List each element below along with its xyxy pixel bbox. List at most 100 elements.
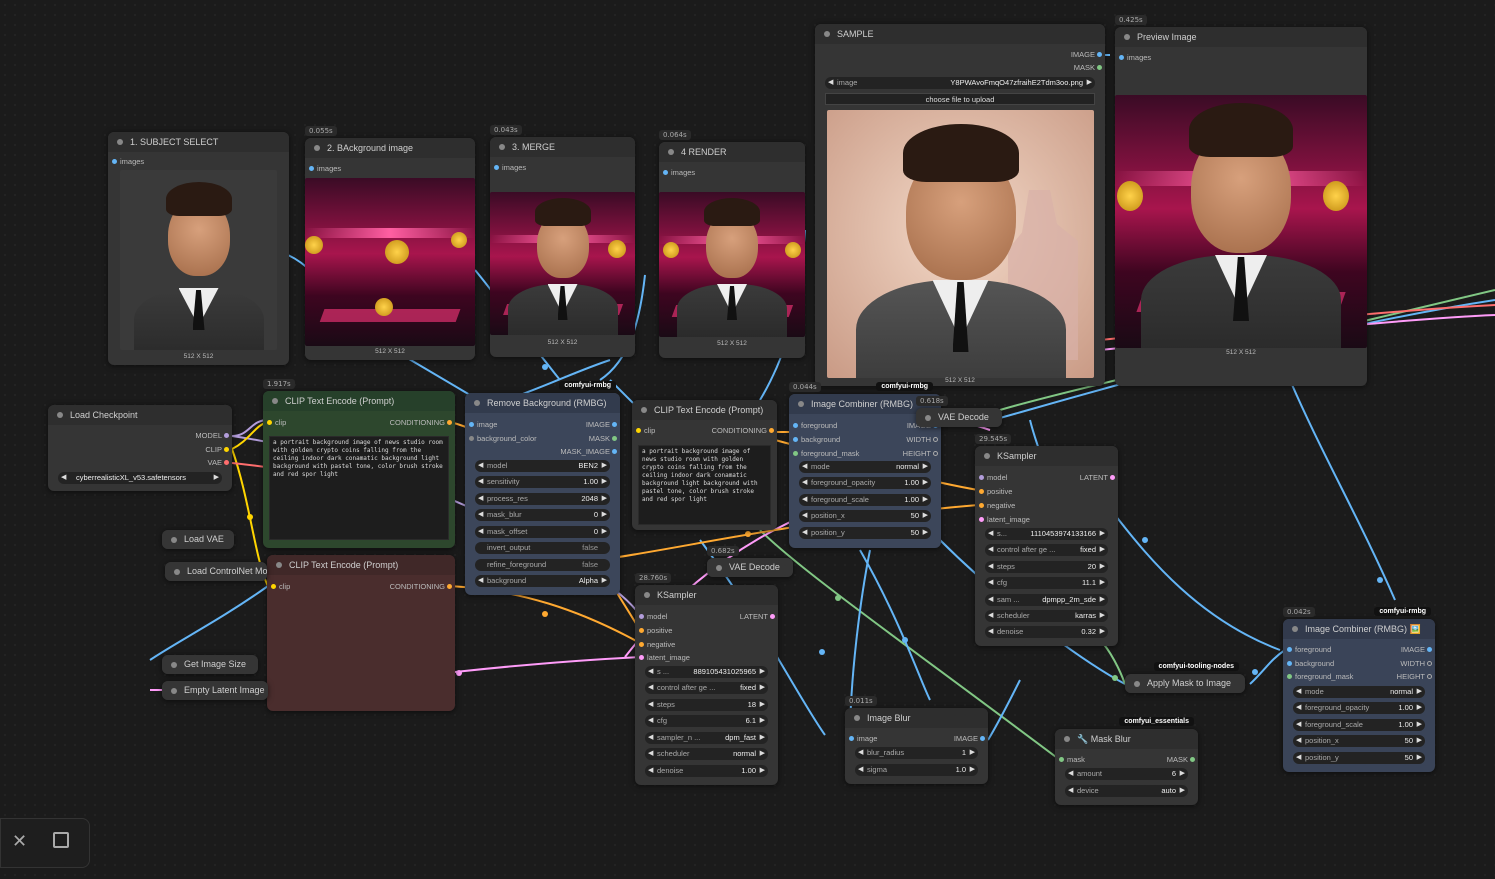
widget-device[interactable]: ◀ device auto ▶: [1065, 785, 1188, 797]
widget-sigma[interactable]: ◀ sigma 1.0 ▶: [855, 764, 978, 776]
input-image[interactable]: image: [469, 420, 497, 429]
output-height[interactable]: HEIGHT: [1397, 672, 1432, 681]
node-load-checkpoint[interactable]: Load Checkpoint MODEL CLIP VAE ◀ cyberre…: [48, 405, 232, 491]
close-icon[interactable]: ✕: [12, 831, 27, 852]
output-image[interactable]: IMAGE: [954, 734, 985, 743]
output-height[interactable]: HEIGHT: [903, 449, 938, 458]
input-negative[interactable]: negative: [639, 640, 675, 649]
node-vae-decode-1[interactable]: 0.618s VAE Decode: [916, 396, 1002, 427]
widget-background[interactable]: ◀ background Alpha ▶: [475, 575, 610, 587]
node-header[interactable]: CLIP Text Encode (Prompt): [263, 391, 455, 411]
node-load-vae[interactable]: Load VAE: [162, 530, 234, 549]
output-clip[interactable]: CLIP: [205, 445, 229, 454]
node-preview-image[interactable]: 0.425s Preview Image images 512 X 512: [1115, 15, 1367, 386]
node-header[interactable]: Load Checkpoint: [48, 405, 232, 425]
output-latent[interactable]: LATENT: [740, 612, 775, 621]
node-header[interactable]: CLIP Text Encode (Prompt): [267, 555, 455, 575]
widget-foreground-opacity[interactable]: ◀ foreground_opacity 1.00 ▶: [799, 477, 931, 489]
node-header[interactable]: 3. MERGE: [490, 137, 635, 157]
widget-control-after-generate[interactable]: ◀ control after ge ... fixed ▶: [985, 544, 1108, 556]
widget-amount[interactable]: ◀ amount 6 ▶: [1065, 768, 1188, 780]
input-background[interactable]: background: [1287, 659, 1334, 668]
node-header[interactable]: 🔧 Mask Blur: [1055, 729, 1198, 749]
node-header[interactable]: Remove Background (RMBG): [465, 393, 620, 413]
node-ksampler-1[interactable]: 29.545s KSampler model positive negative…: [975, 434, 1118, 646]
input-latent-image[interactable]: latent_image: [639, 653, 690, 662]
node-vae-decode-2[interactable]: 0.682s VAE Decode: [707, 546, 793, 577]
widget-sensitivity[interactable]: ◀ sensitivity 1.00 ▶: [475, 476, 610, 488]
output-conditioning[interactable]: CONDITIONING: [390, 582, 452, 591]
widget-foreground-opacity[interactable]: ◀ foreground_opacity 1.00 ▶: [1293, 702, 1425, 714]
widget-position-x[interactable]: ◀ position_x 50 ▶: [1293, 735, 1425, 747]
widget-mask-offset[interactable]: ◀ mask_offset 0 ▶: [475, 526, 610, 538]
node-clip-text-encode-positive[interactable]: 1.917s CLIP Text Encode (Prompt) clip CO…: [263, 379, 455, 548]
image-file-selector[interactable]: ◀ image Y8PWAvoFmqO47zfraihE2Tdm3oo.png …: [825, 77, 1095, 89]
node-header[interactable]: 4 RENDER: [659, 142, 805, 162]
output-mask[interactable]: MASK: [589, 434, 617, 443]
output-latent[interactable]: LATENT: [1080, 473, 1115, 482]
output-images[interactable]: images: [494, 163, 526, 172]
input-background-color[interactable]: background_color: [469, 434, 537, 443]
input-clip[interactable]: clip: [271, 582, 290, 591]
toggle-refine-foreground[interactable]: refine_foreground false: [475, 559, 610, 571]
widget-process-res[interactable]: ◀ process_res 2048 ▶: [475, 493, 610, 505]
input-mask[interactable]: mask: [1059, 755, 1085, 764]
widget-cfg[interactable]: ◀ cfg 11.1 ▶: [985, 577, 1108, 589]
node-remove-background[interactable]: comfyui-rmbg Remove Background (RMBG) im…: [465, 381, 620, 595]
node-ksampler-2[interactable]: 28.760s KSampler model positive negative…: [635, 573, 778, 785]
widget-mask-blur[interactable]: ◀ mask_blur 0 ▶: [475, 509, 610, 521]
input-foreground-mask[interactable]: foreground_mask: [1287, 672, 1353, 681]
output-images[interactable]: images: [663, 168, 695, 177]
input-negative[interactable]: negative: [979, 501, 1015, 510]
widget-denoise[interactable]: ◀ denoise 1.00 ▶: [645, 765, 768, 777]
node-sample[interactable]: SAMPLE IMAGE MASK ◀ image Y8PWAvoFmqO47z…: [815, 24, 1105, 386]
widget-blur-radius[interactable]: ◀ blur_radius 1 ▶: [855, 747, 978, 759]
node-empty-latent-image[interactable]: Empty Latent Image: [162, 681, 268, 700]
prompt-textarea[interactable]: [273, 598, 449, 703]
output-mask-image[interactable]: MASK_IMAGE: [560, 447, 617, 456]
node-merge[interactable]: 0.043s 3. MERGE images 512 X 512: [490, 125, 635, 357]
node-clip-text-encode-middle[interactable]: CLIP Text Encode (Prompt) clip CONDITION…: [632, 400, 777, 530]
widget-position-y[interactable]: ◀ position_y 50 ▶: [799, 527, 931, 539]
input-foreground-mask[interactable]: foreground_mask: [793, 449, 859, 458]
widget-foreground-scale[interactable]: ◀ foreground_scale 1.00 ▶: [1293, 719, 1425, 731]
input-clip[interactable]: clip: [267, 418, 286, 427]
widget-sampler-name[interactable]: ◀ sam ... dpmpp_2m_sde ▶: [985, 594, 1108, 606]
widget-steps[interactable]: ◀ steps 18 ▶: [645, 699, 768, 711]
widget-foreground-scale[interactable]: ◀ foreground_scale 1.00 ▶: [799, 494, 931, 506]
output-conditioning[interactable]: CONDITIONING: [390, 418, 452, 427]
node-header[interactable]: CLIP Text Encode (Prompt): [632, 400, 777, 420]
input-background[interactable]: background: [793, 435, 840, 444]
output-mask[interactable]: MASK: [1167, 755, 1195, 764]
node-header[interactable]: Image Blur: [845, 708, 988, 728]
widget-scheduler[interactable]: ◀ scheduler normal ▶: [645, 748, 768, 760]
node-apply-mask-to-image[interactable]: comfyui-tooling-nodes Apply Mask to Imag…: [1125, 662, 1245, 693]
toggle-invert-output[interactable]: invert_output false: [475, 542, 610, 554]
input-model[interactable]: model: [639, 612, 667, 621]
widget-position-y[interactable]: ◀ position_y 50 ▶: [1293, 752, 1425, 764]
node-header[interactable]: Preview Image: [1115, 27, 1367, 47]
widget-denoise[interactable]: ◀ denoise 0.32 ▶: [985, 626, 1108, 638]
widget-cfg[interactable]: ◀ cfg 6.1 ▶: [645, 715, 768, 727]
input-clip[interactable]: clip: [636, 426, 655, 435]
square-icon[interactable]: [53, 832, 69, 848]
upload-button[interactable]: choose file to upload: [825, 93, 1095, 105]
node-header[interactable]: KSampler: [635, 585, 778, 605]
node-mask-blur[interactable]: comfyui_essentials 🔧 Mask Blur mask MASK…: [1055, 717, 1198, 805]
node-load-controlnet[interactable]: Load ControlNet Mo: [165, 562, 267, 581]
node-header[interactable]: SAMPLE: [815, 24, 1105, 44]
input-foreground[interactable]: foreground: [793, 421, 837, 430]
output-vae[interactable]: VAE: [208, 458, 229, 467]
arrow-right-icon[interactable]: ▶: [214, 472, 219, 484]
ckpt-name-selector[interactable]: ◀ cyberrealisticXL_v53.safetensors ▶: [58, 472, 222, 484]
output-images[interactable]: images: [309, 164, 341, 173]
output-images[interactable]: images: [112, 157, 144, 166]
node-clip-text-encode-negative[interactable]: CLIP Text Encode (Prompt) clip CONDITION…: [267, 555, 455, 711]
node-header[interactable]: Image Combiner (RMBG) 🖼️: [1283, 619, 1435, 639]
input-foreground[interactable]: foreground: [1287, 645, 1331, 654]
node-subject-select[interactable]: 1. SUBJECT SELECT images 512 X 512: [108, 132, 289, 365]
node-image-combiner-2[interactable]: 0.042s comfyui-rmbg Image Combiner (RMBG…: [1283, 607, 1435, 772]
output-width[interactable]: WIDTH: [1400, 659, 1432, 668]
input-positive[interactable]: positive: [979, 487, 1012, 496]
input-latent-image[interactable]: latent_image: [979, 515, 1030, 524]
